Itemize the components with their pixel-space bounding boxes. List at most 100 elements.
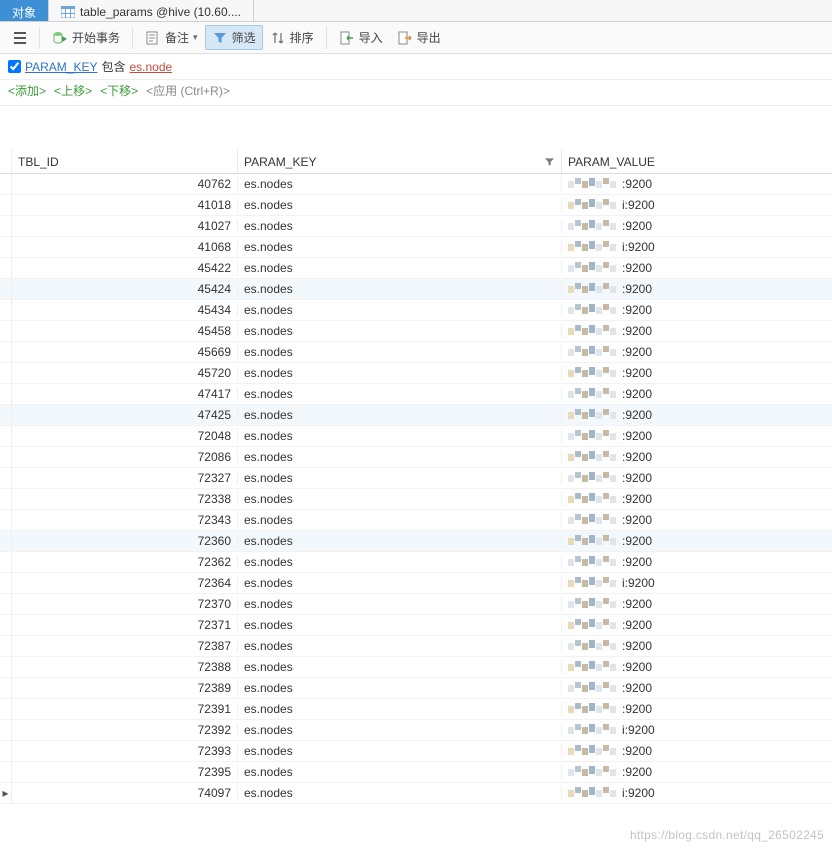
cell-param-key[interactable]: es.nodes xyxy=(238,303,562,317)
cell-param-value[interactable]: :9200 xyxy=(562,618,832,632)
table-row[interactable]: ▸74097es.nodesi:9200 xyxy=(0,783,832,804)
cell-tbl-id[interactable]: 72360 xyxy=(12,534,238,548)
cell-param-key[interactable]: es.nodes xyxy=(238,429,562,443)
cell-param-key[interactable]: es.nodes xyxy=(238,681,562,695)
cell-param-value[interactable]: :9200 xyxy=(562,450,832,464)
cell-tbl-id[interactable]: 72393 xyxy=(12,744,238,758)
cell-param-key[interactable]: es.nodes xyxy=(238,597,562,611)
filter-value-link[interactable]: es.node xyxy=(129,60,172,74)
column-header-param-key[interactable]: PARAM_KEY xyxy=(238,150,562,173)
table-row[interactable]: 72370es.nodes:9200 xyxy=(0,594,832,615)
cell-tbl-id[interactable]: 72327 xyxy=(12,471,238,485)
table-row[interactable]: 72327es.nodes:9200 xyxy=(0,468,832,489)
cell-param-value[interactable]: i:9200 xyxy=(562,786,832,800)
cell-tbl-id[interactable]: 74097 xyxy=(12,786,238,800)
cell-tbl-id[interactable]: 72343 xyxy=(12,513,238,527)
cell-tbl-id[interactable]: 41027 xyxy=(12,219,238,233)
cell-param-key[interactable]: es.nodes xyxy=(238,261,562,275)
table-row[interactable]: 40762es.nodes:9200 xyxy=(0,174,832,195)
cell-param-key[interactable]: es.nodes xyxy=(238,765,562,779)
cell-param-value[interactable]: :9200 xyxy=(562,282,832,296)
table-row[interactable]: 72391es.nodes:9200 xyxy=(0,699,832,720)
cell-param-value[interactable]: :9200 xyxy=(562,177,832,191)
cell-param-value[interactable]: :9200 xyxy=(562,387,832,401)
cell-param-key[interactable]: es.nodes xyxy=(238,198,562,212)
cell-tbl-id[interactable]: 45458 xyxy=(12,324,238,338)
cell-tbl-id[interactable]: 41068 xyxy=(12,240,238,254)
cell-param-value[interactable]: :9200 xyxy=(562,513,832,527)
table-row[interactable]: 47417es.nodes:9200 xyxy=(0,384,832,405)
cell-param-value[interactable]: i:9200 xyxy=(562,576,832,590)
table-row[interactable]: 72387es.nodes:9200 xyxy=(0,636,832,657)
cell-param-key[interactable]: es.nodes xyxy=(238,408,562,422)
cell-param-value[interactable]: :9200 xyxy=(562,429,832,443)
import-button[interactable]: 导入 xyxy=(332,25,390,50)
cell-param-value[interactable]: :9200 xyxy=(562,324,832,338)
table-row[interactable]: 45424es.nodes:9200 xyxy=(0,279,832,300)
cell-param-key[interactable]: es.nodes xyxy=(238,240,562,254)
table-row[interactable]: 45422es.nodes:9200 xyxy=(0,258,832,279)
cell-param-key[interactable]: es.nodes xyxy=(238,702,562,716)
table-row[interactable]: 72371es.nodes:9200 xyxy=(0,615,832,636)
cell-param-key[interactable]: es.nodes xyxy=(238,177,562,191)
cell-param-key[interactable]: es.nodes xyxy=(238,618,562,632)
export-button[interactable]: 导出 xyxy=(390,25,448,50)
cell-param-value[interactable]: :9200 xyxy=(562,345,832,359)
filter-enabled-checkbox[interactable] xyxy=(8,60,21,73)
cell-param-key[interactable]: es.nodes xyxy=(238,576,562,590)
cell-param-key[interactable]: es.nodes xyxy=(238,513,562,527)
table-row[interactable]: 72362es.nodes:9200 xyxy=(0,552,832,573)
table-row[interactable]: 72393es.nodes:9200 xyxy=(0,741,832,762)
table-row[interactable]: 72048es.nodes:9200 xyxy=(0,426,832,447)
cell-param-key[interactable]: es.nodes xyxy=(238,555,562,569)
cell-param-value[interactable]: i:9200 xyxy=(562,240,832,254)
table-row[interactable]: 45720es.nodes:9200 xyxy=(0,363,832,384)
cell-param-key[interactable]: es.nodes xyxy=(238,450,562,464)
table-row[interactable]: 47425es.nodes:9200 xyxy=(0,405,832,426)
cell-param-value[interactable]: :9200 xyxy=(562,681,832,695)
tab-data[interactable]: table_params @hive (10.60.... xyxy=(49,0,254,21)
cell-tbl-id[interactable]: 72364 xyxy=(12,576,238,590)
memo-button[interactable]: 备注 ▾ xyxy=(138,25,205,50)
cell-param-key[interactable]: es.nodes xyxy=(238,219,562,233)
cell-tbl-id[interactable]: 72048 xyxy=(12,429,238,443)
table-row[interactable]: 72392es.nodesi:9200 xyxy=(0,720,832,741)
cell-param-value[interactable]: :9200 xyxy=(562,408,832,422)
cell-tbl-id[interactable]: 41018 xyxy=(12,198,238,212)
cell-param-value[interactable]: :9200 xyxy=(562,261,832,275)
cell-tbl-id[interactable]: 72371 xyxy=(12,618,238,632)
cell-tbl-id[interactable]: 47425 xyxy=(12,408,238,422)
column-header-param-value[interactable]: PARAM_VALUE xyxy=(562,150,832,173)
cell-param-key[interactable]: es.nodes xyxy=(238,282,562,296)
sort-button[interactable]: 排序 xyxy=(263,25,321,50)
cell-param-key[interactable]: es.nodes xyxy=(238,786,562,800)
cell-tbl-id[interactable]: 45422 xyxy=(12,261,238,275)
cell-param-value[interactable]: :9200 xyxy=(562,366,832,380)
table-row[interactable]: 45669es.nodes:9200 xyxy=(0,342,832,363)
table-row[interactable]: 72343es.nodes:9200 xyxy=(0,510,832,531)
cell-tbl-id[interactable]: 45434 xyxy=(12,303,238,317)
filter-button[interactable]: 筛选 xyxy=(205,25,263,50)
cell-param-value[interactable]: :9200 xyxy=(562,660,832,674)
table-row[interactable]: 72338es.nodes:9200 xyxy=(0,489,832,510)
cell-param-key[interactable]: es.nodes xyxy=(238,387,562,401)
cell-param-value[interactable]: :9200 xyxy=(562,492,832,506)
cell-tbl-id[interactable]: 47417 xyxy=(12,387,238,401)
hamburger-button[interactable] xyxy=(6,26,34,50)
cell-tbl-id[interactable]: 72370 xyxy=(12,597,238,611)
cell-param-key[interactable]: es.nodes xyxy=(238,744,562,758)
cell-param-value[interactable]: :9200 xyxy=(562,597,832,611)
cell-param-key[interactable]: es.nodes xyxy=(238,492,562,506)
table-row[interactable]: 41027es.nodes:9200 xyxy=(0,216,832,237)
cell-param-key[interactable]: es.nodes xyxy=(238,471,562,485)
filter-moveup-link[interactable]: 上移 xyxy=(54,82,92,99)
cell-param-value[interactable]: :9200 xyxy=(562,639,832,653)
cell-tbl-id[interactable]: 72392 xyxy=(12,723,238,737)
cell-tbl-id[interactable]: 45720 xyxy=(12,366,238,380)
table-row[interactable]: 72364es.nodesi:9200 xyxy=(0,573,832,594)
cell-tbl-id[interactable]: 72391 xyxy=(12,702,238,716)
tab-objects[interactable]: 对象 xyxy=(0,0,49,21)
table-row[interactable]: 72395es.nodes:9200 xyxy=(0,762,832,783)
cell-param-value[interactable]: i:9200 xyxy=(562,723,832,737)
cell-tbl-id[interactable]: 72388 xyxy=(12,660,238,674)
